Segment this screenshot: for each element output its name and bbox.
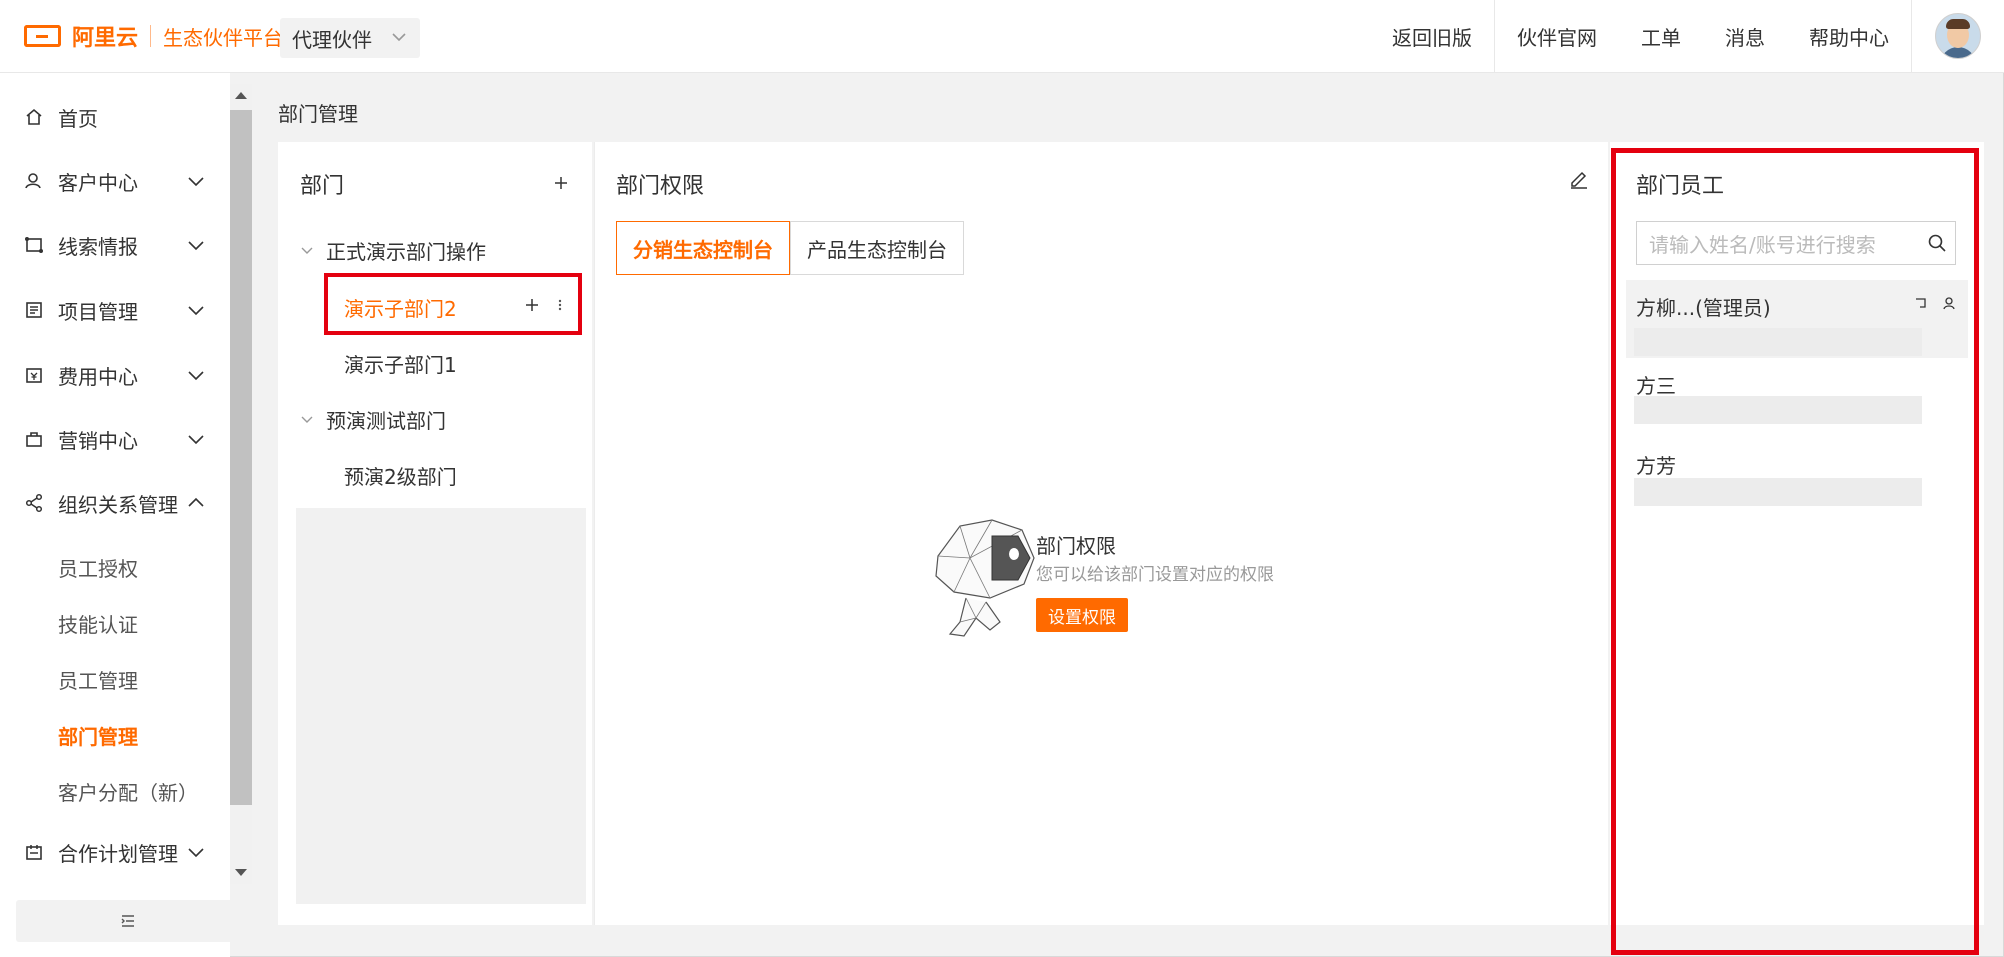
sidebar-item-label: 项目管理 — [58, 299, 138, 324]
sidebar-item-label: 营销中心 — [58, 428, 138, 453]
sidebar-item-label: 线索情报 — [58, 234, 138, 259]
platform-name: 生态伙伴平台 — [163, 25, 284, 50]
user-icon — [24, 171, 44, 191]
sidebar-collapse-button[interactable] — [16, 900, 240, 942]
chevron-down-icon — [188, 371, 204, 381]
tree-node[interactable]: 正式演示部门操作 — [300, 236, 486, 265]
sidebar-item-home[interactable]: 首页 — [0, 87, 230, 147]
chevron-down-icon — [188, 435, 204, 445]
chevron-down-icon — [301, 416, 313, 423]
blurred-area — [296, 508, 586, 904]
chevron-down-icon — [188, 241, 204, 251]
bag-icon — [24, 429, 44, 449]
tab-distribution-console[interactable]: 分销生态控制台 — [616, 221, 790, 275]
sidebar-item-label: 首页 — [58, 106, 98, 131]
sidebar-sub-skill-cert[interactable]: 技能认证 — [58, 609, 138, 638]
sidebar-item-projects[interactable]: 项目管理 — [0, 280, 230, 340]
top-bar: 阿里云 生态伙伴平台 代理伙伴 返回旧版 伙伴官网 工单 消息 帮助中心 — [0, 0, 2004, 73]
aliyun-logo[interactable]: 阿里云 生态伙伴平台 — [24, 22, 284, 51]
clue-icon — [24, 235, 44, 255]
robot-illustration-icon — [935, 519, 1035, 637]
tree-node-label: 预演2级部门 — [344, 465, 457, 489]
top-nav: 返回旧版 伙伴官网 工单 消息 帮助中心 — [1370, 0, 2004, 72]
role-select[interactable]: 代理伙伴 — [280, 18, 420, 58]
user-menu[interactable] — [1911, 0, 2004, 72]
empty-description: 您可以给该部门设置对应的权限 — [1036, 565, 1274, 585]
permission-panel-title: 部门权限 — [616, 174, 705, 199]
tree-node-label: 演示子部门1 — [344, 353, 457, 377]
brand-name: 阿里云 — [72, 26, 139, 51]
chevron-up-icon — [188, 497, 204, 507]
set-permission-button[interactable]: 设置权限 — [1036, 598, 1128, 632]
sidebar-item-partnership-plans[interactable]: 合作计划管理 — [0, 822, 230, 882]
empty-title: 部门权限 — [1036, 534, 1116, 558]
nav-partner-site[interactable]: 伙伴官网 — [1495, 0, 1619, 72]
sidebar-item-label: 合作计划管理 — [58, 841, 178, 866]
calendar-icon — [24, 842, 44, 862]
add-dept-icon[interactable] — [552, 174, 570, 192]
sidebar-item-label: 客户中心 — [58, 170, 138, 195]
tree-node[interactable]: 预演2级部门 — [344, 461, 457, 490]
sidebar-sub-customer-allocation[interactable]: 客户分配（新） — [58, 777, 198, 806]
sidebar-scrollbar[interactable] — [230, 84, 252, 884]
empty-state: 部门权限 您可以给该部门设置对应的权限 设置权限 — [930, 518, 1290, 648]
chevron-down-icon — [188, 177, 204, 187]
collapse-menu-icon — [121, 915, 134, 927]
tree-node-label: 预演测试部门 — [326, 409, 446, 433]
tree-node[interactable]: 演示子部门1 — [344, 349, 457, 378]
nav-messages[interactable]: 消息 — [1703, 0, 1787, 72]
share-icon — [24, 493, 44, 513]
sidebar-item-marketing[interactable]: 营销中心 — [0, 409, 230, 469]
breadcrumb: 部门管理 — [278, 102, 358, 126]
dept-panel-title: 部门 — [300, 174, 345, 199]
project-icon — [24, 300, 44, 320]
highlight-box — [324, 273, 582, 335]
sidebar-sub-dept-management[interactable]: 部门管理 — [58, 721, 138, 750]
home-icon — [24, 107, 44, 127]
scroll-down-icon[interactable] — [235, 869, 247, 876]
sidebar: 首页 客户中心 线索情报 项目管理 费用中心 营销中心 组织关系管理 员工授权 … — [0, 73, 230, 957]
fee-icon — [24, 365, 44, 385]
nav-help-center[interactable]: 帮助中心 — [1787, 0, 1911, 72]
chevron-down-icon — [392, 33, 406, 42]
console-tabs: 分销生态控制台 产品生态控制台 — [616, 221, 964, 275]
sidebar-item-label: 组织关系管理 — [58, 492, 178, 517]
tree-node[interactable]: 预演测试部门 — [300, 405, 446, 434]
nav-tickets[interactable]: 工单 — [1619, 0, 1703, 72]
scrollbar-thumb[interactable] — [230, 110, 252, 805]
sidebar-item-customer-center[interactable]: 客户中心 — [0, 151, 230, 211]
tree-node-label: 正式演示部门操作 — [326, 240, 486, 264]
sidebar-sub-staff-management[interactable]: 员工管理 — [58, 665, 138, 694]
scroll-up-icon[interactable] — [235, 92, 247, 99]
nav-back-old-version[interactable]: 返回旧版 — [1370, 0, 1494, 72]
aliyun-logo-icon — [24, 25, 61, 47]
tab-product-console[interactable]: 产品生态控制台 — [790, 221, 964, 275]
chevron-down-icon — [188, 848, 204, 858]
avatar — [1935, 13, 1981, 59]
sidebar-item-org-management[interactable]: 组织关系管理 — [0, 473, 230, 533]
role-select-value: 代理伙伴 — [292, 27, 372, 52]
sidebar-item-fee-center[interactable]: 费用中心 — [0, 345, 230, 405]
edit-icon[interactable] — [1568, 168, 1590, 190]
logo-divider — [150, 25, 152, 47]
sidebar-sub-staff-auth[interactable]: 员工授权 — [58, 553, 138, 582]
sidebar-item-label: 费用中心 — [58, 364, 138, 389]
chevron-down-icon — [188, 306, 204, 316]
chevron-down-icon — [301, 247, 313, 254]
sidebar-item-clues[interactable]: 线索情报 — [0, 215, 230, 275]
highlight-box — [1611, 148, 1979, 955]
